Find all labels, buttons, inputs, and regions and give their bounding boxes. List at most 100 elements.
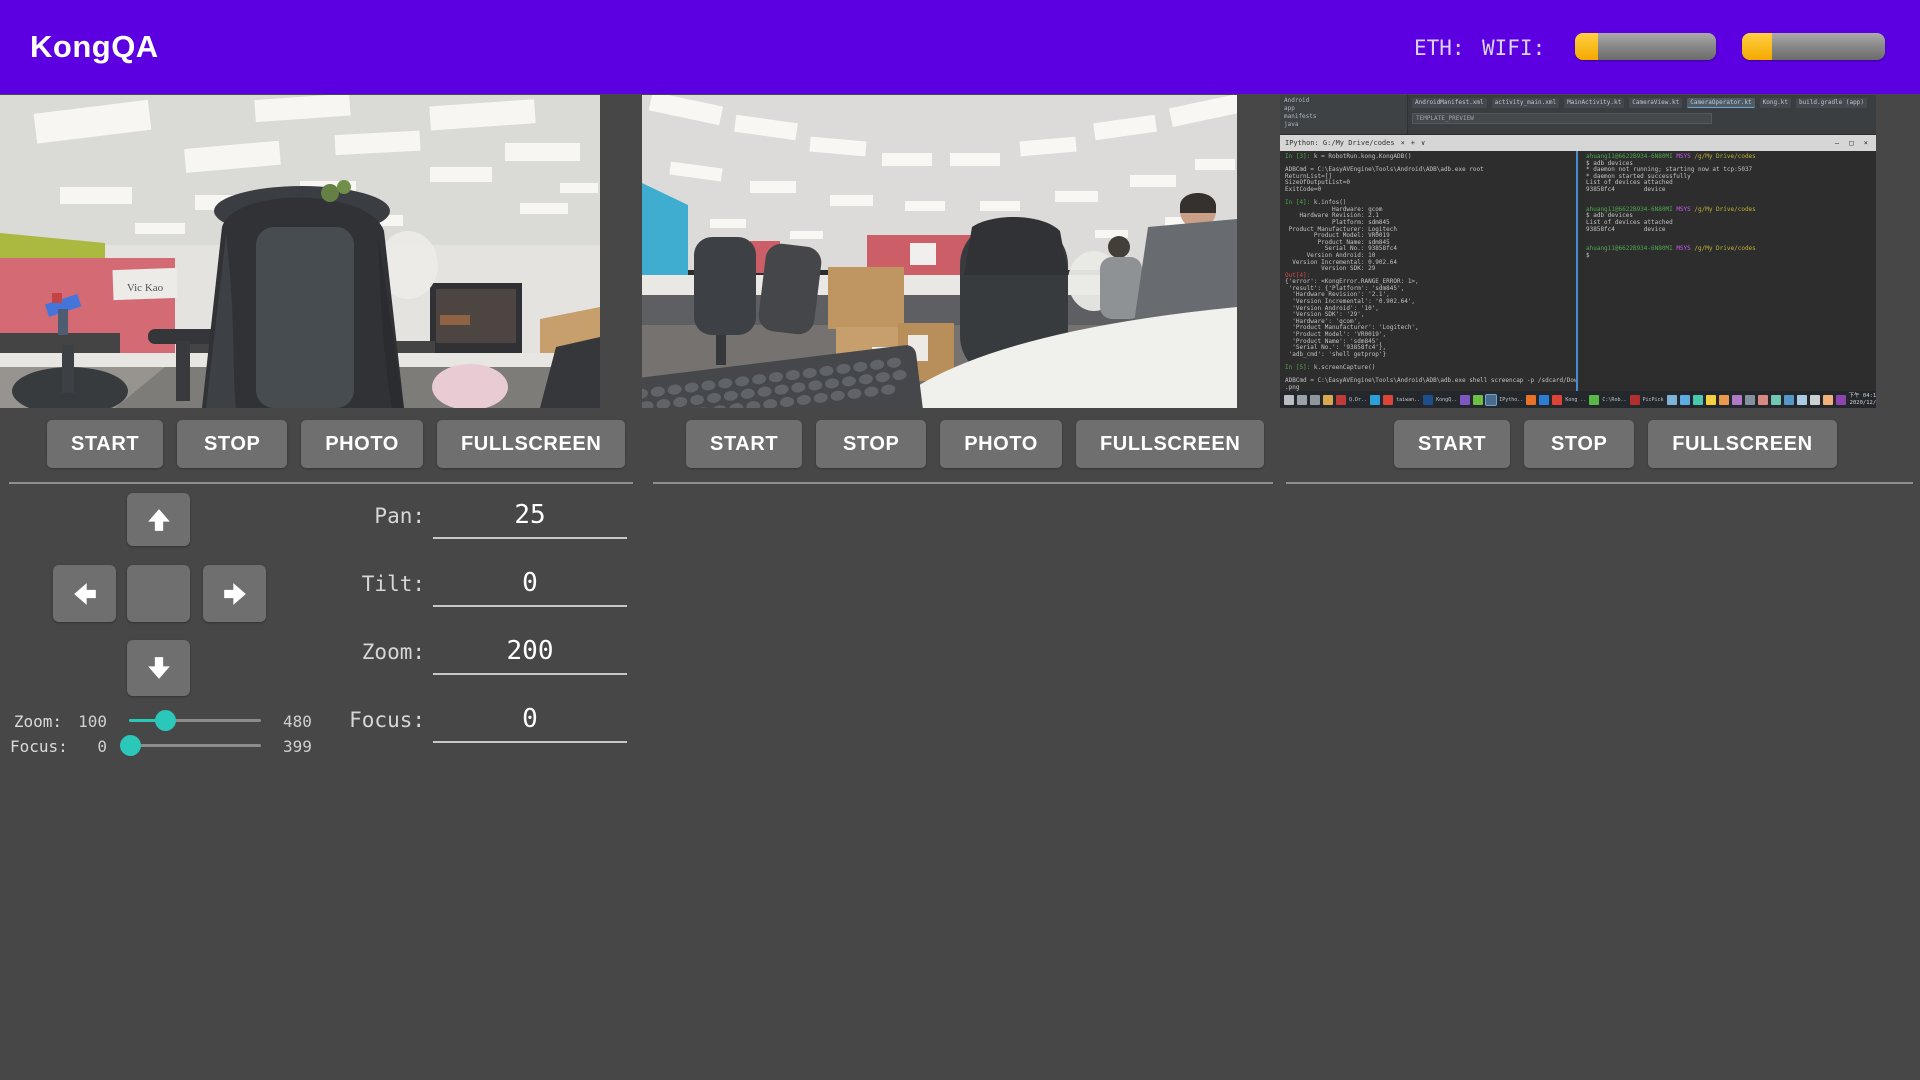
focus-slider-handle[interactable]: [120, 735, 141, 756]
arrow-up-icon: [144, 505, 174, 535]
focus-slider-max: 399: [283, 737, 328, 756]
taskbar-icon: [1284, 395, 1294, 405]
taskbar-icon: [1732, 395, 1742, 405]
ide-project-item: manifests: [1284, 113, 1403, 121]
zoom-value-input[interactable]: 200: [433, 636, 627, 666]
camera2-video-feed: [642, 95, 1237, 408]
ide-project-item: java: [1284, 121, 1403, 129]
focus-input-underline: [433, 741, 627, 743]
taskbar-icon: [1823, 395, 1833, 405]
ide-tab: build.gradle (app): [1796, 98, 1867, 108]
zoom-slider-track[interactable]: [129, 719, 261, 722]
taskbar-icon: [1667, 395, 1677, 405]
taskbar-icon: [1460, 395, 1470, 405]
ide-tab: CameraView.kt: [1629, 98, 1682, 108]
focus-slider-track[interactable]: [129, 744, 261, 747]
taskbar-icon: [1680, 395, 1690, 405]
ide-project-tree: Androidappmanifestsjava: [1280, 95, 1408, 134]
camera3-button-row: START STOP FULLSCREEN: [1394, 420, 1837, 468]
tab-close-icon: ×: [1401, 139, 1405, 147]
camera2-button-row: START STOP PHOTO FULLSCREEN: [686, 420, 1264, 468]
taskbar-icon-label: KongQ..: [1436, 397, 1457, 403]
taskbar-icon: [1771, 395, 1781, 405]
terminal-window-titlebar: IPython: G:/My Drive/codes × + ∨ — □ ×: [1280, 135, 1876, 151]
ptz-center-button[interactable]: [127, 565, 190, 622]
taskbar-icon: [1745, 395, 1755, 405]
focus-field-label: Focus:: [300, 708, 425, 732]
pan-value-input[interactable]: 25: [433, 500, 627, 530]
msys-pane: ahuang11@6622B934-6N80MI MSYS /g/My Driv…: [1578, 151, 1876, 391]
camera3-video-feed: Androidappmanifestsjava AndroidManifest.…: [1280, 95, 1876, 408]
eth-progress-bar: [1575, 33, 1716, 60]
taskbar-icon-label: PicPick: [1643, 397, 1664, 403]
camera1-office-scene: Vic Kao: [0, 95, 600, 408]
taskbar-icon: [1526, 395, 1536, 405]
zoom-slider-min: 100: [62, 712, 107, 731]
zoom-slider-handle[interactable]: [155, 710, 176, 731]
taskbar-icon: [1693, 395, 1703, 405]
camera-2-photo-button[interactable]: PHOTO: [940, 420, 1062, 468]
tilt-up-button[interactable]: [127, 493, 190, 546]
taskbar-icon: [1473, 395, 1483, 405]
window-controls: — □ ×: [1835, 139, 1871, 147]
camera-2-start-button[interactable]: START: [686, 420, 802, 468]
camera-2-fullscreen-button[interactable]: FULLSCREEN: [1076, 420, 1264, 468]
ide-editor-tabs: AndroidManifest.xmlactivity_main.xmlMain…: [1412, 98, 1867, 108]
taskbar-icon: [1758, 395, 1768, 405]
wifi-label: WIFI:: [1482, 36, 1545, 60]
captured-desktop-screenshot: Androidappmanifestsjava AndroidManifest.…: [1280, 95, 1876, 408]
taskbar-icon: [1423, 395, 1433, 405]
msys-line: 93858fc4 device: [1586, 227, 1876, 234]
pan-right-button[interactable]: [203, 565, 266, 622]
wifi-progress-fill: [1742, 33, 1772, 60]
ide-tab: Kong.kt: [1760, 98, 1791, 108]
ide-tab: activity_main.xml: [1492, 98, 1559, 108]
taskbar-icon: [1310, 395, 1320, 405]
ide-project-item: Android: [1284, 97, 1403, 105]
camera-3-start-button[interactable]: START: [1394, 420, 1510, 468]
msys-line: ahuang11@6622B934-6N80MI MSYS /g/My Driv…: [1586, 246, 1876, 253]
camera-1-stop-button[interactable]: STOP: [177, 420, 287, 468]
camera1-button-row: START STOP PHOTO FULLSCREEN: [47, 420, 625, 468]
camera1-divider: [9, 482, 633, 484]
tilt-value-input[interactable]: 0: [433, 568, 627, 598]
ide-tab: CameraOperator.kt: [1687, 98, 1754, 108]
taskbar-icon-label: taiwan..: [1396, 397, 1420, 403]
arrow-down-icon: [144, 653, 174, 683]
camera-3-stop-button[interactable]: STOP: [1524, 420, 1634, 468]
focus-slider-min: 0: [62, 737, 107, 756]
taskbar-clock: 下午 04:132020/12/2: [1849, 393, 1876, 406]
taskbar-icon: [1719, 395, 1729, 405]
ide-window: Androidappmanifestsjava AndroidManifest.…: [1280, 95, 1876, 135]
ipython-line: Version SDK: 29: [1285, 266, 1576, 273]
taskbar-icon: [1706, 395, 1716, 405]
taskbar-icon: [1370, 395, 1380, 405]
msys-line: $: [1586, 253, 1876, 260]
pan-left-button[interactable]: [53, 565, 116, 622]
tilt-field-label: Tilt:: [300, 572, 425, 596]
camera2-panorama-scene: [642, 95, 1237, 408]
taskbar-icon-label: Kong ..: [1565, 397, 1586, 403]
focus-value-input[interactable]: 0: [433, 704, 627, 734]
ipython-line: ExitCode=0: [1285, 187, 1576, 194]
ipython-line: In [5]: k.screenCapture(): [1285, 365, 1576, 372]
terminal-window-title: IPython: G:/My Drive/codes: [1285, 139, 1395, 147]
wifi-progress-bar: [1742, 33, 1885, 60]
new-tab-icon: +: [1411, 139, 1415, 147]
camera-2-stop-button[interactable]: STOP: [816, 420, 926, 468]
msys-line: [1586, 233, 1876, 240]
camera-1-fullscreen-button[interactable]: FULLSCREEN: [437, 420, 625, 468]
app-header: KongQA ETH: WIFI:: [0, 0, 1920, 94]
camera-1-start-button[interactable]: START: [47, 420, 163, 468]
tilt-down-button[interactable]: [127, 640, 190, 696]
camera-3-fullscreen-button[interactable]: FULLSCREEN: [1648, 420, 1836, 468]
focus-slider-label: Focus:: [10, 737, 62, 756]
ide-search-field: TEMPLATE_PREVIEW: [1412, 113, 1712, 124]
camera-1-photo-button[interactable]: PHOTO: [301, 420, 423, 468]
pan-field-label: Pan:: [300, 504, 425, 528]
ide-tab: AndroidManifest.xml: [1412, 98, 1487, 108]
taskbar-icon: [1383, 395, 1393, 405]
zoom-field-label: Zoom:: [300, 640, 425, 664]
taskbar-icon: [1797, 395, 1807, 405]
arrow-right-icon: [220, 579, 250, 609]
